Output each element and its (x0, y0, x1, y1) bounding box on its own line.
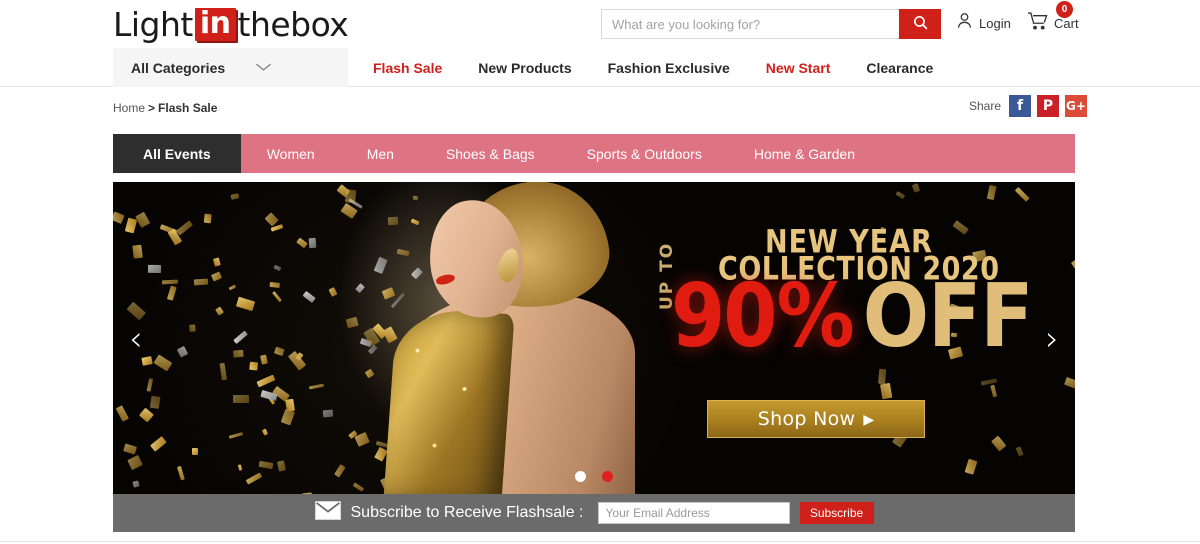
carousel-dot-1[interactable] (575, 471, 586, 482)
carousel-next-button[interactable]: › (1045, 322, 1059, 356)
cart-icon (1027, 11, 1049, 36)
logo-text-thebox: thebox (237, 5, 349, 44)
main-navigation: All Categories Flash Sale New Products F… (0, 48, 1200, 87)
shop-now-label: Shop Now (757, 408, 856, 430)
nav-link-clearance[interactable]: Clearance (866, 60, 933, 76)
google-plus-share-icon[interactable]: G+ (1065, 95, 1087, 117)
tab-all-events[interactable]: All Events (113, 134, 241, 173)
subscribe-label: Subscribe to Receive Flashsale : (350, 504, 584, 521)
envelope-icon (314, 501, 341, 525)
carousel-dot-2[interactable] (602, 471, 613, 482)
pinterest-share-icon[interactable]: P (1037, 95, 1059, 117)
search-input[interactable] (601, 9, 899, 39)
subscribe-email-input[interactable] (597, 502, 790, 524)
subscribe-bar: Subscribe to Receive Flashsale : Subscri… (113, 494, 1075, 532)
breadcrumb-current: Flash Sale (158, 101, 218, 115)
breadcrumb-home[interactable]: Home (113, 101, 145, 115)
tab-women[interactable]: Women (241, 134, 341, 173)
banner-discount: 90 % OFF (671, 273, 1034, 360)
login-button[interactable]: Login (955, 11, 1011, 35)
tab-men[interactable]: Men (341, 134, 420, 173)
cart-label: Cart (1054, 16, 1079, 31)
nav-link-new-start[interactable]: New Start (766, 60, 831, 76)
tab-shoes-bags[interactable]: Shoes & Bags (420, 134, 561, 173)
page-bottom-divider (0, 541, 1200, 542)
breadcrumb: Home > Flash Sale (113, 101, 217, 115)
cart-count-badge: 0 (1056, 1, 1073, 18)
logo-badge-in: in (194, 8, 236, 42)
nav-link-fashion-exclusive[interactable]: Fashion Exclusive (608, 60, 730, 76)
nav-link-list: Flash Sale New Products Fashion Exclusiv… (373, 48, 969, 87)
breadcrumb-row: Home > Flash Sale Share f P G+ (0, 87, 1200, 131)
carousel-dots (575, 471, 613, 482)
facebook-share-icon[interactable]: f (1009, 95, 1031, 117)
all-categories-dropdown[interactable]: All Categories (113, 48, 348, 87)
chevron-down-icon (255, 59, 272, 77)
promo-banner-carousel[interactable]: NEW YEAR COLLECTION 2020 UP TO 90 % OFF … (113, 182, 1075, 494)
tab-sports-outdoors[interactable]: Sports & Outdoors (561, 134, 728, 173)
carousel-prev-button[interactable]: ‹ (129, 322, 143, 356)
subscribe-button[interactable]: Subscribe (799, 502, 874, 524)
discount-off-word: OFF (862, 266, 1034, 368)
model-sequin-dress (383, 306, 515, 494)
site-logo[interactable]: Light in thebox (113, 5, 349, 44)
discount-number: 90 (671, 266, 778, 368)
all-categories-label: All Categories (131, 59, 226, 76)
search-bar (601, 9, 941, 39)
cart-button[interactable]: Cart 0 (1027, 1, 1079, 36)
logo-text-light: Light (113, 5, 193, 44)
share-label: Share (968, 99, 1001, 113)
breadcrumb-separator: > (148, 101, 156, 115)
nav-link-new-products[interactable]: New Products (478, 60, 571, 76)
discount-percent-sign: % (776, 266, 855, 368)
shop-now-button[interactable]: Shop Now ▶ (707, 400, 925, 438)
banner-copy: NEW YEAR COLLECTION 2020 UP TO 90 % OFF … (633, 182, 1075, 494)
play-arrow-icon: ▶ (863, 410, 875, 427)
model-photo (308, 182, 635, 494)
share-group: Share f P G+ (969, 95, 1087, 117)
user-icon (955, 11, 974, 35)
event-category-tabs: All Events Women Men Shoes & Bags Sports… (113, 134, 1075, 173)
tab-home-garden[interactable]: Home & Garden (728, 134, 881, 173)
nav-link-flash-sale[interactable]: Flash Sale (373, 60, 442, 76)
login-label: Login (979, 15, 1011, 31)
search-icon (912, 14, 929, 34)
site-header: Lightinthebox Login (0, 0, 1200, 48)
search-button[interactable] (899, 9, 941, 39)
